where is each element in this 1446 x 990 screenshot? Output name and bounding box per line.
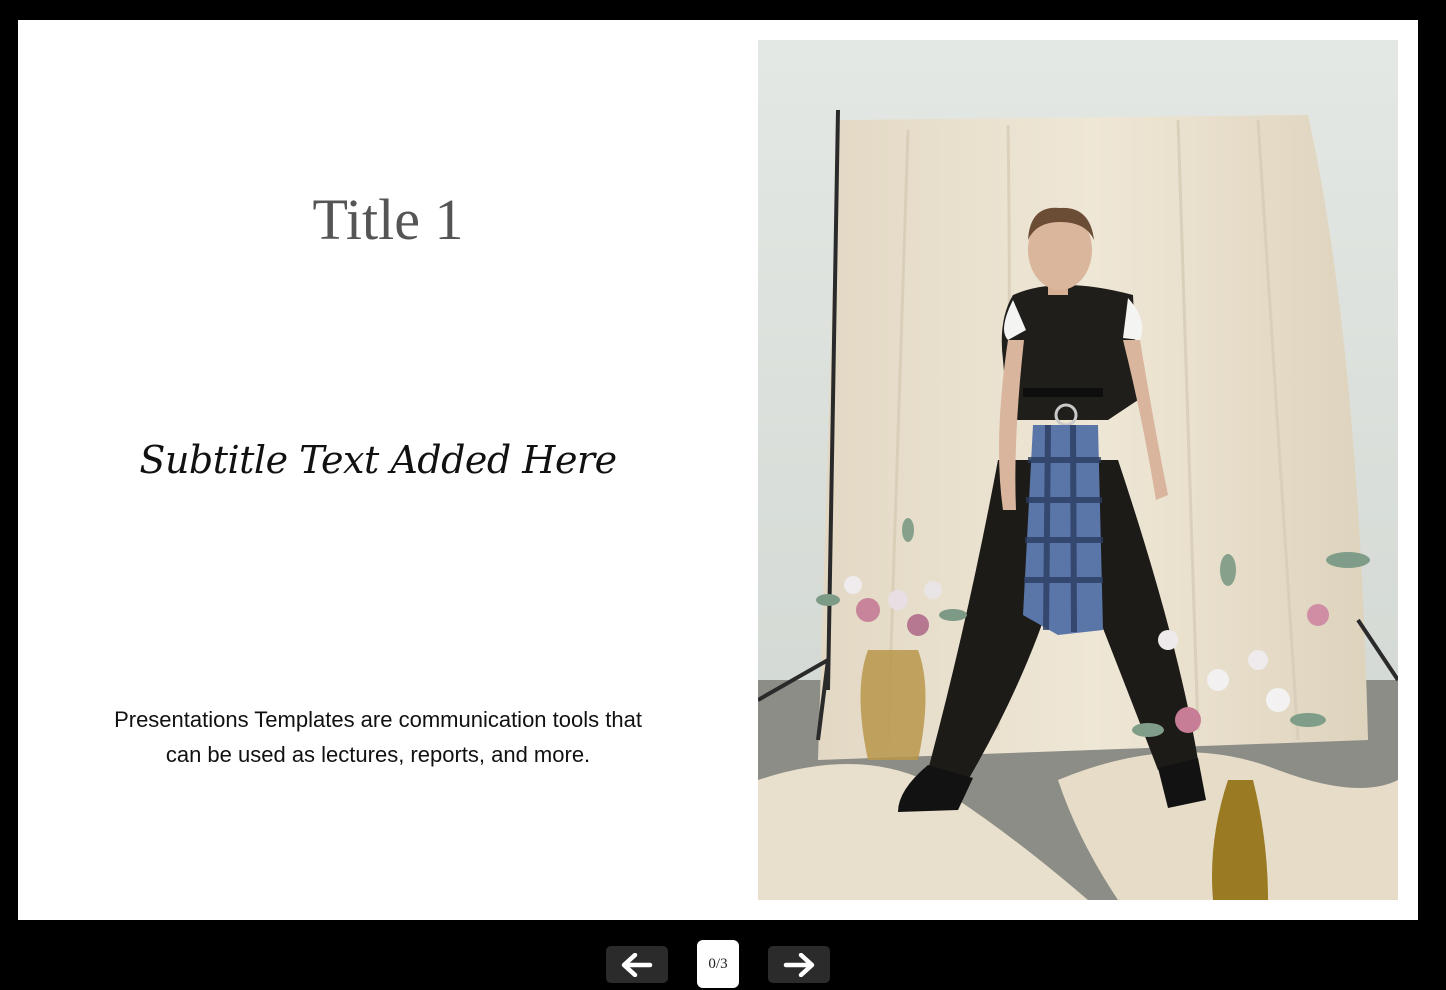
body-line-2: can be used as lectures, reports, and mo… bbox=[165, 742, 591, 767]
body-line-1: Presentations Templates are communicatio… bbox=[114, 707, 642, 732]
photo-illustration bbox=[758, 40, 1398, 900]
arrow-left-icon bbox=[621, 952, 653, 977]
presentation-viewer: Title 1 Subtitle Text Added Here Present… bbox=[0, 0, 1446, 990]
fashion-photo bbox=[758, 40, 1398, 900]
slide-subtitle: Subtitle Text Added Here bbox=[139, 438, 617, 482]
slide: Title 1 Subtitle Text Added Here Present… bbox=[18, 20, 1418, 920]
slide-counter: 0/3 bbox=[697, 940, 739, 988]
next-slide-button[interactable] bbox=[768, 946, 830, 983]
previous-slide-button[interactable] bbox=[606, 946, 668, 983]
arrow-right-icon bbox=[783, 952, 815, 977]
slide-body-text: Presentations Templates are communicatio… bbox=[58, 702, 698, 772]
slide-title: Title 1 bbox=[312, 187, 464, 252]
slide-navigation: 0/3 bbox=[0, 940, 1446, 990]
